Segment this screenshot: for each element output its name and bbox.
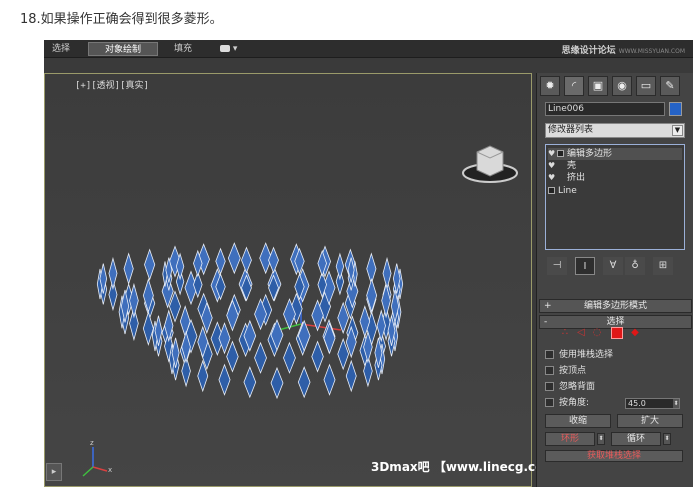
step-caption: 18.如果操作正确会得到很多菱形。	[20, 12, 223, 27]
diamond-shape	[345, 359, 357, 393]
stack-item-shell[interactable]: ♥ 壳	[548, 160, 682, 172]
play-icon[interactable]: ▸	[46, 463, 62, 481]
diamond-shape	[297, 366, 311, 399]
utilities-icon[interactable]: ✎	[660, 76, 680, 96]
rollout-edit-poly-mode[interactable]: + 编辑多边形模式	[539, 299, 692, 313]
ribbon-toggle-icon[interactable]: ▾	[214, 42, 243, 56]
hierarchy-icon[interactable]: ▣	[588, 76, 608, 96]
ring-spinner-icon[interactable]: ⬍	[597, 433, 605, 445]
make-unique-icon[interactable]: ∀	[603, 257, 623, 275]
ring-button[interactable]: 环形	[545, 432, 595, 446]
stack-item-edit-poly[interactable]: ♥ 编辑多边形	[548, 148, 682, 160]
angle-spinner[interactable]: 45.0 ⬍	[625, 398, 680, 409]
svg-text:x: x	[108, 466, 112, 474]
diamond-shape	[323, 363, 336, 396]
collapse-icon: -	[544, 317, 548, 327]
stack-item-extrude[interactable]: ♥ 挤出	[548, 172, 682, 184]
diamond-shape	[254, 341, 267, 374]
modifier-list-label: 修改器列表	[548, 125, 594, 135]
ignore-backfacing-option[interactable]: 忽略背面	[545, 380, 690, 394]
viewcube-icon	[462, 145, 518, 183]
by-angle-option[interactable]: 按角度: 45.0 ⬍	[545, 396, 690, 410]
show-end-result-icon[interactable]: Ⅰ	[575, 257, 595, 275]
modifier-stack: ♥ 编辑多边形 ♥ 壳 ♥ 挤出 Line	[545, 144, 685, 250]
diamond-rings	[96, 242, 404, 400]
expand-box-icon[interactable]	[548, 187, 555, 194]
by-vertex-checkbox[interactable]	[545, 366, 554, 375]
diamond-shape	[241, 246, 252, 274]
ribbon-bar: 选择 对象绘制 填充 ▾ 思缘设计论坛 WWW.MISSYUAN.COM	[44, 40, 693, 58]
modify-icon[interactable]: ◜	[564, 76, 584, 96]
modifier-list-dropdown[interactable]: 修改器列表 ▼	[545, 123, 685, 138]
get-stack-selection-button[interactable]: 获取堆栈选择	[545, 450, 683, 462]
shrink-button[interactable]: 收缩	[545, 414, 611, 428]
diamond-shape	[335, 252, 345, 281]
diamond-shape	[108, 256, 118, 290]
create-icon[interactable]: ✹	[540, 76, 560, 96]
ribbon-tab-select[interactable]: 选择	[46, 42, 76, 56]
lightbulb-icon[interactable]: ♥	[548, 160, 557, 172]
diamond-shape	[243, 366, 257, 399]
diamond-shape	[227, 242, 241, 275]
lightbulb-icon[interactable]: ♥	[548, 148, 557, 160]
diamond-shape	[142, 310, 154, 347]
perspective-viewport[interactable]: z x [+][透视][真实]	[44, 73, 532, 487]
loop-button[interactable]: 循环	[611, 432, 661, 446]
border-icon[interactable]: ◌	[591, 327, 603, 339]
diamond-shape	[226, 340, 239, 373]
diamond-shape	[144, 248, 156, 281]
configure-sets-icon[interactable]: ⊞	[653, 257, 673, 275]
stack-item-line[interactable]: Line	[548, 185, 682, 197]
vertex-icon[interactable]: ∴	[559, 327, 571, 339]
diamond-shape	[123, 252, 134, 286]
svg-text:z: z	[90, 439, 94, 447]
diamond-shape	[129, 282, 139, 319]
remove-modifier-icon[interactable]: ♁	[625, 257, 645, 275]
max-window: 选择 对象绘制 填充 ▾ 思缘设计论坛 WWW.MISSYUAN.COM z x	[44, 40, 693, 487]
loop-spinner-icon[interactable]: ⬍	[663, 433, 671, 445]
motion-icon[interactable]: ◉	[612, 76, 632, 96]
brand-logo: 思缘设计论坛 WWW.MISSYUAN.COM	[561, 46, 685, 56]
diamond-shape	[268, 246, 279, 274]
command-panel-tabs: ✹ ◜ ▣ ◉ ▭ ✎	[540, 76, 690, 96]
pin-stack-icon[interactable]: ⊣	[547, 257, 567, 275]
stack-tools: ⊣ Ⅰ ∀ ♁ ⊞	[545, 257, 685, 277]
spinner-arrows-icon[interactable]: ⬍	[673, 399, 679, 408]
lightbulb-icon[interactable]: ♥	[548, 172, 557, 184]
subobject-level-icons: ∴ ◁ ◌ ◆	[559, 327, 679, 341]
by-vertex-option[interactable]: 按顶点	[545, 364, 690, 378]
use-stack-checkbox[interactable]	[545, 350, 554, 359]
object-name-field[interactable]: Line006	[545, 102, 665, 116]
viewport-label[interactable]: [+][透视][真实]	[75, 78, 149, 91]
element-icon[interactable]: ◆	[629, 327, 641, 339]
edge-icon[interactable]: ◁	[575, 327, 587, 339]
by-angle-checkbox[interactable]	[545, 398, 554, 407]
diamond-shape	[311, 340, 324, 373]
polygon-icon[interactable]	[611, 327, 623, 339]
diamond-shape	[283, 341, 296, 374]
diamond-shape	[382, 256, 392, 290]
diamond-shape	[366, 277, 378, 314]
ribbon-tab-object-paint[interactable]: 对象绘制	[88, 42, 158, 56]
helix-diamond-scene: z x	[82, 145, 518, 477]
chevron-down-icon: ▼	[672, 125, 683, 136]
diamond-shape	[218, 363, 231, 396]
expand-box-icon[interactable]	[557, 150, 564, 157]
ribbon-tab-fill[interactable]: 填充	[168, 42, 198, 56]
command-panel: ✹ ◜ ▣ ◉ ▭ ✎ Line006 修改器列表 ▼ ♥ 编辑多边形 ♥ 壳 ♥ 挤…	[536, 73, 693, 487]
ignore-backfacing-checkbox[interactable]	[545, 382, 554, 391]
grow-button[interactable]: 扩大	[617, 414, 683, 428]
object-color-swatch[interactable]	[669, 102, 682, 116]
diamond-shape	[270, 366, 284, 400]
display-icon[interactable]: ▭	[636, 76, 656, 96]
expand-icon: +	[544, 301, 552, 311]
diamond-shape	[218, 322, 231, 355]
use-stack-selection-option[interactable]: 使用堆栈选择	[545, 348, 690, 362]
axis-tripod-icon: z x	[82, 439, 112, 477]
